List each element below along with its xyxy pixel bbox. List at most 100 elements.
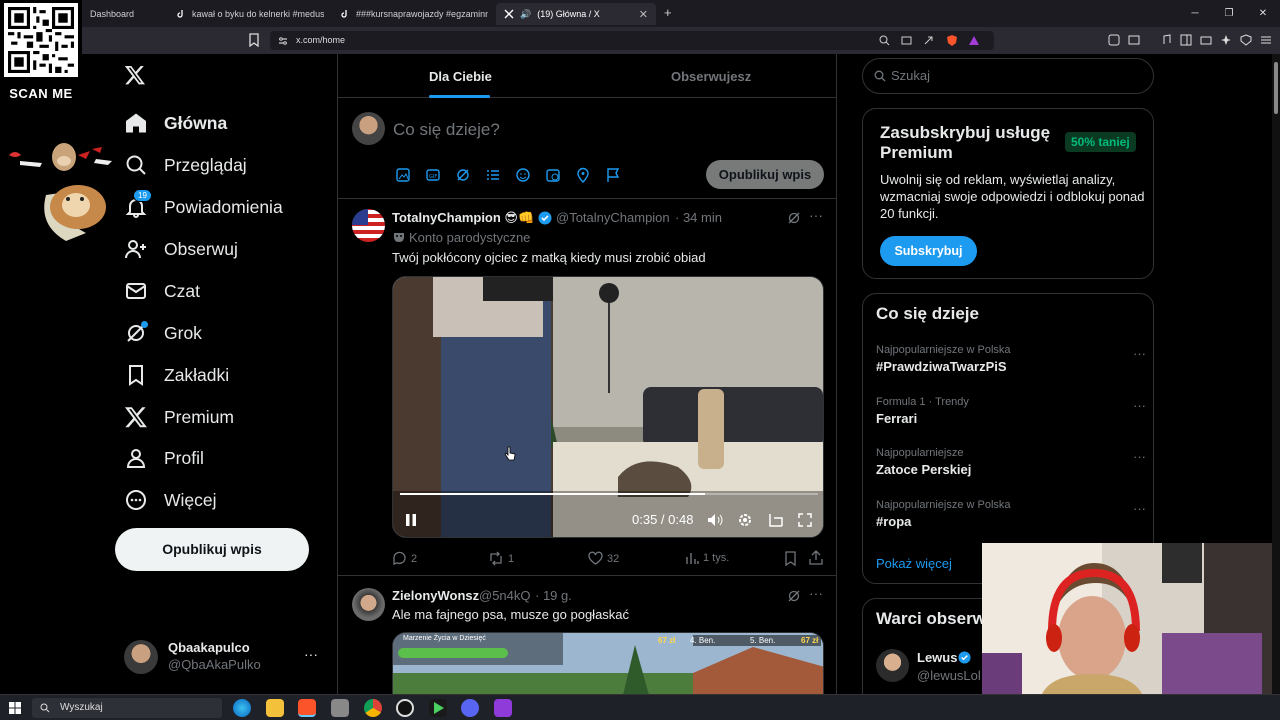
address-bar[interactable]: x.com/home bbox=[270, 31, 994, 50]
avatar[interactable] bbox=[876, 649, 909, 682]
leo-ai-icon[interactable] bbox=[1220, 34, 1232, 46]
location-icon[interactable] bbox=[575, 167, 591, 183]
nav-item-profil[interactable]: Profil bbox=[124, 441, 204, 475]
like-action[interactable]: 32 bbox=[588, 551, 619, 566]
wallet-2-icon[interactable] bbox=[1200, 34, 1212, 46]
site-info-icon[interactable] bbox=[278, 36, 288, 46]
nav-item-glowna[interactable]: Główna bbox=[124, 106, 227, 140]
browser-tab-dashboard[interactable]: Dashboard bbox=[82, 3, 166, 25]
page-scrollbar[interactable] bbox=[1272, 54, 1280, 694]
close-window-button[interactable]: ✕ bbox=[1246, 0, 1280, 27]
tweet-timestamp[interactable]: · 34 min bbox=[675, 210, 722, 225]
reader-icon[interactable] bbox=[901, 35, 912, 46]
app-2-icon[interactable] bbox=[494, 699, 512, 717]
video-player[interactable]: 0:35 / 0:48 bbox=[392, 276, 824, 538]
grok-compose-icon[interactable] bbox=[455, 167, 471, 183]
browser-tab-x-home[interactable]: 🔊 (19) Główna / X ✕ bbox=[496, 3, 656, 25]
settings-icon[interactable] bbox=[737, 512, 753, 528]
poll-icon[interactable] bbox=[485, 167, 501, 183]
obs-icon[interactable] bbox=[396, 699, 414, 717]
share-tweet-icon[interactable] bbox=[809, 550, 823, 565]
share-icon[interactable] bbox=[923, 35, 934, 46]
discord-icon[interactable] bbox=[461, 699, 479, 717]
picture-in-picture-icon[interactable] bbox=[768, 512, 784, 528]
compose-post-button[interactable]: Opublikuj wpis bbox=[706, 160, 824, 189]
tab-obserwujesz[interactable]: Obserwujesz bbox=[671, 69, 751, 84]
avatar[interactable] bbox=[352, 209, 385, 242]
nav-item-premium[interactable]: Premium bbox=[124, 400, 234, 434]
trend-more-icon[interactable]: ··· bbox=[1133, 398, 1146, 413]
app-icon[interactable] bbox=[331, 699, 349, 717]
brave-rewards-icon[interactable] bbox=[968, 35, 980, 46]
new-tab-button[interactable]: + bbox=[664, 5, 672, 20]
scrollbar-thumb[interactable] bbox=[1274, 62, 1278, 114]
tweet-more-icon[interactable]: ··· bbox=[809, 207, 823, 223]
nav-item-zakladki[interactable]: Zakładki bbox=[124, 358, 229, 392]
avatar[interactable] bbox=[352, 588, 385, 621]
post-button[interactable]: Opublikuj wpis bbox=[115, 528, 309, 571]
trend-more-icon[interactable]: ··· bbox=[1133, 501, 1146, 516]
video-progress-track[interactable] bbox=[400, 493, 818, 495]
brave-icon[interactable] bbox=[298, 699, 316, 717]
trend-more-icon[interactable]: ··· bbox=[1133, 449, 1146, 464]
subscribe-button[interactable]: Subskrybuj bbox=[880, 236, 977, 266]
compose-input[interactable]: Co się dzieje? bbox=[393, 120, 500, 140]
close-tab-icon[interactable]: ✕ bbox=[639, 8, 648, 21]
windows-start-icon[interactable] bbox=[9, 702, 21, 714]
show-more-link[interactable]: Pokaż więcej bbox=[876, 556, 952, 571]
tweet-author-name[interactable]: TotalnyChampion 😎👊 bbox=[392, 210, 534, 226]
tweet-timestamp[interactable]: · 19 g. bbox=[535, 588, 572, 603]
trend-item[interactable]: Najpopularniejsze Zatoce Perskiej ··· bbox=[876, 447, 1146, 477]
views-action[interactable]: 1 tys. bbox=[685, 551, 729, 565]
zoom-icon[interactable] bbox=[879, 35, 890, 46]
edge-icon[interactable] bbox=[233, 699, 251, 717]
image-icon[interactable] bbox=[395, 167, 411, 183]
tweet-more-icon[interactable]: ··· bbox=[809, 585, 823, 601]
nav-item-czat[interactable]: Czat bbox=[124, 274, 200, 308]
x-logo-icon[interactable] bbox=[124, 64, 146, 86]
trend-item[interactable]: Najpopularniejsze w Polska #ropa ··· bbox=[876, 499, 1146, 529]
search-input[interactable]: Szukaj bbox=[862, 58, 1154, 94]
browser-tab-tiktok-1[interactable]: kawał o byku do kelnerki #medusa # bbox=[168, 3, 324, 25]
suggested-user-name[interactable]: Lewus bbox=[917, 650, 957, 665]
bookmark-page-icon[interactable] bbox=[248, 33, 260, 47]
schedule-icon[interactable] bbox=[545, 167, 561, 183]
grok-explain-icon[interactable] bbox=[787, 211, 801, 225]
music-icon[interactable] bbox=[1160, 34, 1172, 46]
trend-more-icon[interactable]: ··· bbox=[1133, 346, 1146, 361]
fullscreen-icon[interactable] bbox=[797, 512, 813, 528]
tweet[interactable]: TotalnyChampion 😎👊 @TotalnyChampion · 34… bbox=[338, 199, 837, 576]
maximize-button[interactable]: ❐ bbox=[1212, 0, 1246, 27]
bookmark-tweet-icon[interactable] bbox=[784, 551, 797, 566]
grok-explain-icon[interactable] bbox=[787, 589, 801, 603]
tab-dla-ciebie[interactable]: Dla Ciebie bbox=[429, 69, 492, 84]
account-more-icon[interactable]: ··· bbox=[304, 646, 318, 662]
tweet-author-handle[interactable]: @TotalnyChampion bbox=[556, 210, 670, 225]
gif-icon[interactable]: GIF bbox=[425, 167, 441, 183]
nav-item-wiecej[interactable]: Więcej bbox=[124, 483, 217, 517]
tweet-author-handle[interactable]: @5n4kQ bbox=[479, 588, 531, 603]
browser-tab-tiktok-2[interactable]: ###kursnaprawojazdy #egzaminnap bbox=[332, 3, 488, 25]
nav-item-powiadomienia[interactable]: 19 Powiadomienia bbox=[124, 189, 283, 224]
tweet-media[interactable]: Marzenie Życia w Dziesięć 67 zł 4. Ben. … bbox=[392, 632, 824, 694]
vpn-icon[interactable] bbox=[1240, 34, 1252, 46]
nav-item-przegladaj[interactable]: Przeglądaj bbox=[124, 148, 247, 182]
media-player-icon[interactable] bbox=[429, 699, 447, 717]
pause-icon[interactable] bbox=[405, 513, 417, 527]
menu-icon[interactable] bbox=[1260, 34, 1272, 46]
sidebar-icon[interactable] bbox=[1180, 34, 1192, 46]
brave-shield-icon[interactable] bbox=[946, 34, 958, 47]
minimize-button[interactable]: ─ bbox=[1178, 0, 1212, 27]
wallet-icon[interactable] bbox=[1128, 34, 1140, 46]
trend-item[interactable]: Formula 1 · Trendy Ferrari ··· bbox=[876, 396, 1146, 426]
extensions-icon[interactable] bbox=[1108, 34, 1120, 46]
file-explorer-icon[interactable] bbox=[266, 699, 284, 717]
tweet-author-name[interactable]: ZielonyWonsz bbox=[392, 588, 479, 603]
speaker-icon[interactable]: 🔊 bbox=[520, 9, 531, 20]
nav-item-obserwuj[interactable]: Obserwuj bbox=[124, 232, 238, 266]
chrome-icon[interactable] bbox=[364, 699, 382, 717]
trend-item[interactable]: Najpopularniejsze w Polska #PrawdziwaTwa… bbox=[876, 344, 1146, 374]
reply-action[interactable]: 2 bbox=[392, 551, 417, 566]
nav-item-grok[interactable]: Grok bbox=[124, 316, 202, 350]
volume-icon[interactable] bbox=[707, 513, 723, 527]
